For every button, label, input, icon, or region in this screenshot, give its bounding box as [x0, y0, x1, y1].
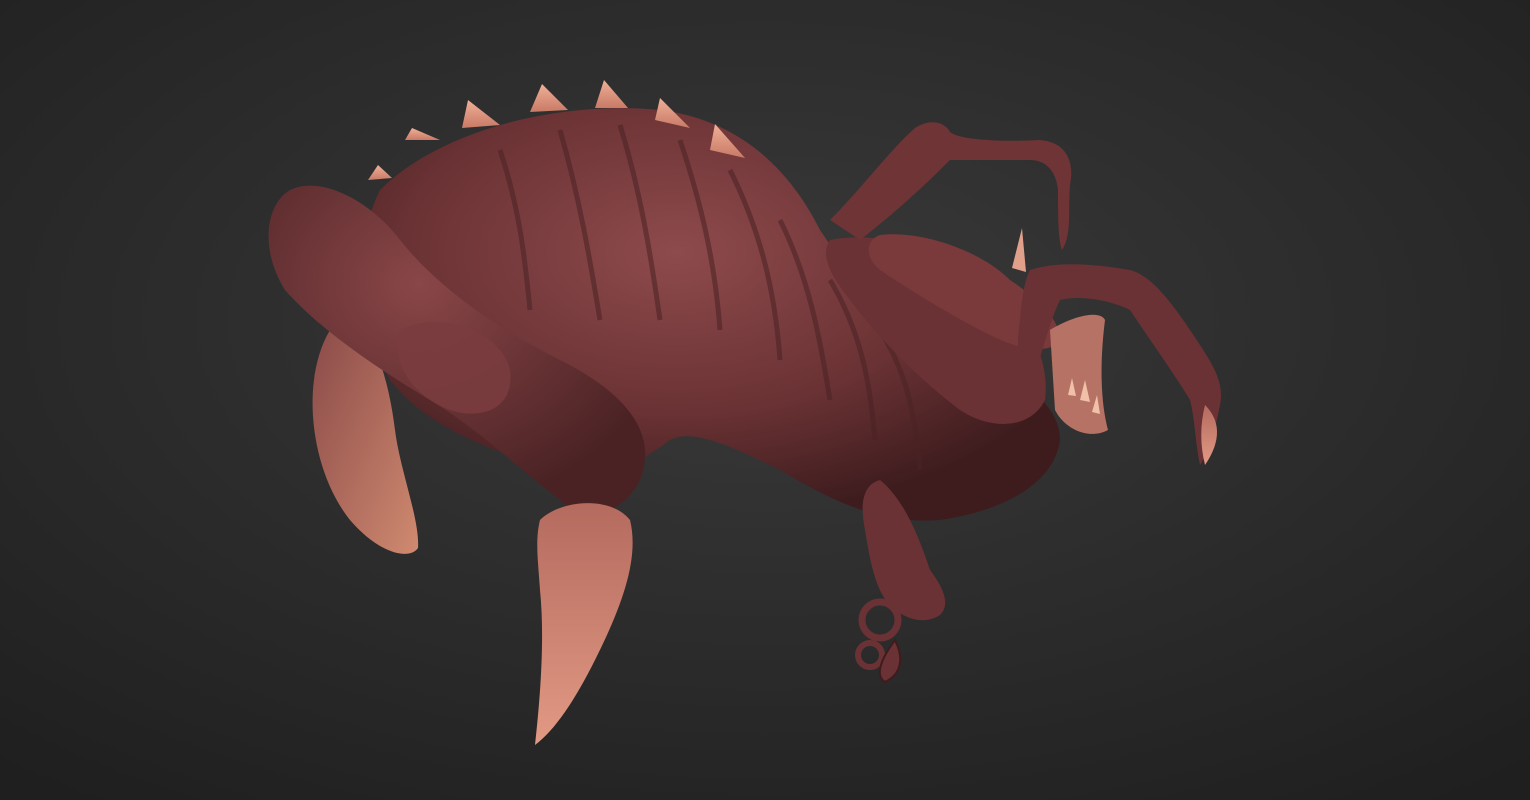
creature-jaw	[1050, 314, 1108, 434]
creature-render	[0, 0, 1530, 800]
sculpt-viewport[interactable]	[0, 0, 1530, 800]
